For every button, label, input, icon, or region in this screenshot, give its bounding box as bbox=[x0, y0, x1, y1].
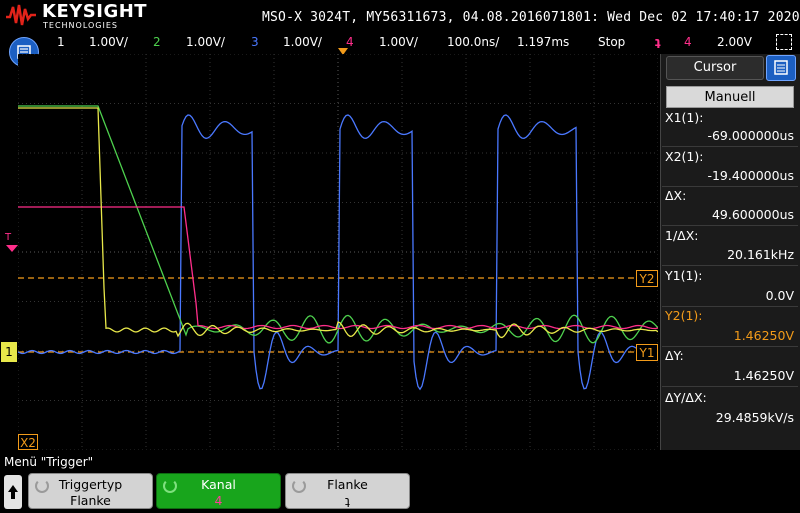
divider bbox=[662, 346, 798, 347]
keysight-logo-icon bbox=[6, 4, 36, 26]
ch1-ground-marker[interactable]: 1 bbox=[1, 342, 17, 362]
divider bbox=[662, 146, 798, 147]
ch3-number[interactable]: 3 bbox=[251, 35, 259, 49]
ch1-number[interactable]: 1 bbox=[57, 35, 65, 49]
cursor-y2-label-text: Y2(1): bbox=[665, 308, 703, 323]
cursor-y1-label[interactable]: Y1 bbox=[636, 344, 658, 361]
cursor-mode-button[interactable]: Manuell bbox=[666, 86, 794, 108]
cursor-x2-label-text: X2(1): bbox=[665, 149, 704, 164]
cursor-y2-label[interactable]: Y2 bbox=[636, 270, 658, 287]
ch2-number[interactable]: 2 bbox=[153, 35, 161, 49]
divider bbox=[662, 186, 798, 187]
cursor-slope-value: 29.4859kV/s bbox=[715, 410, 794, 425]
softkey-value: ʇ bbox=[345, 493, 350, 508]
softkey-slope[interactable]: Flanke ʇ bbox=[285, 473, 410, 509]
ch3-scale[interactable]: 1.00V/ bbox=[283, 35, 322, 49]
softkey-value: 4 bbox=[214, 493, 223, 508]
divider bbox=[662, 386, 798, 387]
instrument-title: MSO-X 3024T, MY56311673, 04.08.201607180… bbox=[262, 10, 800, 25]
status-bar: 1 1.00V/ 2 1.00V/ 3 1.00V/ 4 1.00V/ 100.… bbox=[0, 32, 800, 52]
run-state[interactable]: Stop bbox=[598, 35, 625, 49]
cursor-x2-value: -19.400000us bbox=[707, 168, 794, 183]
panel-menu-button[interactable] bbox=[766, 55, 796, 81]
cursor-x2-label[interactable]: X2 bbox=[18, 434, 38, 450]
menu-title: Menü "Trigger" bbox=[4, 455, 94, 469]
softkey-value: Flanke bbox=[70, 493, 111, 508]
softkey-label: Triggertyp bbox=[58, 477, 123, 492]
cursor-y1-value: 0.0V bbox=[765, 288, 794, 303]
trigger-edge-falling-icon[interactable]: ʇ bbox=[655, 35, 661, 49]
cursor-x1-label: X1(1): bbox=[665, 110, 704, 125]
cursor-panel-title[interactable]: Cursor bbox=[666, 56, 764, 80]
arrow-up-icon bbox=[8, 485, 18, 499]
cursor-delta-y-label: ΔY: bbox=[665, 348, 684, 363]
trigger-level[interactable]: 2.00V bbox=[717, 35, 752, 49]
measure-selection-icon[interactable] bbox=[776, 34, 792, 50]
timebase-delay[interactable]: 1.197ms bbox=[517, 35, 569, 49]
cursor-inv-delta-x-value: 20.161kHz bbox=[727, 247, 794, 262]
cursor-delta-x-value: 49.600000us bbox=[711, 207, 794, 222]
cursor-delta-x-label: ΔX: bbox=[665, 188, 687, 203]
header-bar: KEYSIGHT TECHNOLOGIES MSO-X 3024T, MY563… bbox=[0, 0, 800, 32]
divider bbox=[662, 306, 798, 307]
trigger-level-marker[interactable]: T bbox=[5, 232, 11, 243]
softkey-label: Flanke bbox=[327, 477, 368, 492]
ch4-number[interactable]: 4 bbox=[346, 35, 354, 49]
divider bbox=[662, 225, 798, 226]
ch1-scale[interactable]: 1.00V/ bbox=[89, 35, 128, 49]
softkey-channel[interactable]: Kanal 4 bbox=[156, 473, 281, 509]
trigger-channel[interactable]: 4 bbox=[684, 35, 692, 49]
ch2-scale[interactable]: 1.00V/ bbox=[186, 35, 225, 49]
cursor-y1-label-text: Y1(1): bbox=[665, 268, 703, 283]
menu-icon bbox=[774, 60, 788, 75]
divider bbox=[662, 265, 798, 266]
cursor-slope-label: ΔY/ΔX: bbox=[665, 390, 707, 405]
waveform-display[interactable] bbox=[18, 54, 658, 450]
cursor-inv-delta-x-label: 1/ΔX: bbox=[665, 228, 699, 243]
timebase-scale[interactable]: 100.0ns/ bbox=[447, 35, 499, 49]
softkey-label: Kanal bbox=[201, 477, 236, 492]
cursor-y2-value: 1.46250V bbox=[733, 328, 794, 343]
cursor-x1-value: -69.000000us bbox=[707, 128, 794, 143]
trigger-level-arrow-icon bbox=[6, 245, 18, 252]
brand-logo-subtext: TECHNOLOGIES bbox=[43, 21, 118, 30]
cursor-delta-y-value: 1.46250V bbox=[733, 368, 794, 383]
ch4-scale[interactable]: 1.00V/ bbox=[379, 35, 418, 49]
menu-up-button[interactable] bbox=[4, 475, 22, 509]
softkey-trigger-type[interactable]: Triggertyp Flanke bbox=[28, 473, 153, 509]
brand-logo-text: KEYSIGHT bbox=[42, 1, 148, 22]
